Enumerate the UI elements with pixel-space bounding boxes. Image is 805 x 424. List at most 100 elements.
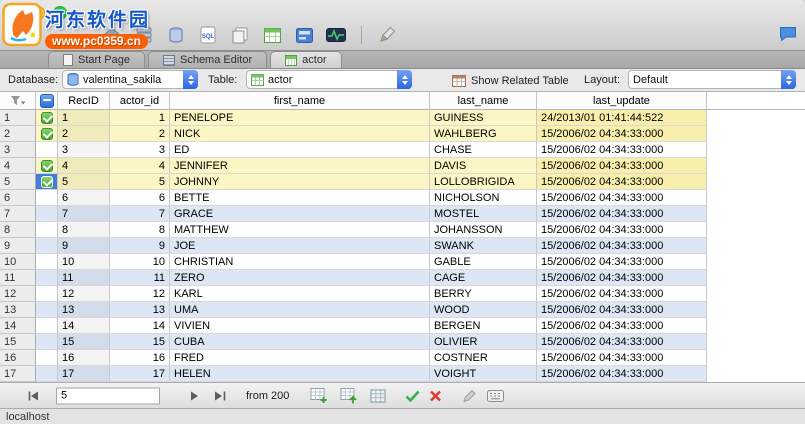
cell-last-name[interactable]: WAHLBERG bbox=[430, 126, 537, 142]
cell-recid[interactable]: 2 bbox=[58, 126, 110, 142]
table-row[interactable]: 2 2 2 NICK WAHLBERG 15/2006/02 04:34:33:000 bbox=[0, 126, 805, 142]
last-record-button[interactable] bbox=[214, 390, 227, 401]
zoom-window-button[interactable] bbox=[53, 6, 67, 20]
cell-actor-id[interactable]: 13 bbox=[110, 302, 170, 318]
cell-last-name[interactable]: BERRY bbox=[430, 286, 537, 302]
cell-first-name[interactable]: HELEN bbox=[170, 366, 430, 382]
row-checkbox[interactable] bbox=[36, 366, 58, 382]
cell-recid[interactable]: 14 bbox=[58, 318, 110, 334]
minimize-window-button[interactable] bbox=[31, 6, 45, 20]
row-number[interactable]: 7 bbox=[0, 206, 36, 222]
cell-last-update[interactable]: 15/2006/02 04:34:33:000 bbox=[537, 254, 707, 270]
row-number[interactable]: 15 bbox=[0, 334, 36, 350]
row-number[interactable]: 1 bbox=[0, 110, 36, 126]
cell-actor-id[interactable]: 14 bbox=[110, 318, 170, 334]
row-checkbox[interactable] bbox=[36, 286, 58, 302]
cell-first-name[interactable]: FRED bbox=[170, 350, 430, 366]
row-checkbox[interactable] bbox=[36, 222, 58, 238]
row-number[interactable]: 8 bbox=[0, 222, 36, 238]
table-select[interactable]: actor bbox=[246, 70, 412, 89]
cell-last-name[interactable]: CAGE bbox=[430, 270, 537, 286]
table-row[interactable]: 13 13 13 UMA WOOD 15/2006/02 04:34:33:000 bbox=[0, 302, 805, 318]
cell-recid[interactable]: 6 bbox=[58, 190, 110, 206]
row-checkbox[interactable] bbox=[36, 110, 58, 126]
cell-recid[interactable]: 1 bbox=[58, 110, 110, 126]
add-record-button[interactable] bbox=[310, 387, 328, 404]
cell-last-name[interactable]: SWANK bbox=[430, 238, 537, 254]
cell-recid[interactable]: 7 bbox=[58, 206, 110, 222]
table-row[interactable]: 4 4 4 JENNIFER DAVIS 15/2006/02 04:34:33:000 bbox=[0, 158, 805, 174]
servers-button[interactable] bbox=[132, 24, 156, 46]
row-number[interactable]: 11 bbox=[0, 270, 36, 286]
select-all-checkbox[interactable] bbox=[36, 92, 58, 109]
column-header-recid[interactable]: RecID bbox=[58, 92, 110, 109]
cell-first-name[interactable]: JOE bbox=[170, 238, 430, 254]
cell-last-name[interactable]: GABLE bbox=[430, 254, 537, 270]
cell-last-update[interactable]: 15/2006/02 04:34:33:000 bbox=[537, 142, 707, 158]
first-record-button[interactable] bbox=[27, 390, 40, 401]
tab-start-page[interactable]: Start Page bbox=[48, 51, 145, 68]
cell-actor-id[interactable]: 12 bbox=[110, 286, 170, 302]
cell-last-name[interactable]: VOIGHT bbox=[430, 366, 537, 382]
layout-select[interactable]: Default bbox=[628, 70, 796, 89]
row-number[interactable]: 4 bbox=[0, 158, 36, 174]
cell-first-name[interactable]: GRACE bbox=[170, 206, 430, 222]
show-related-table-button[interactable]: Show Related Table bbox=[452, 69, 569, 92]
row-number[interactable]: 2 bbox=[0, 126, 36, 142]
table-row[interactable]: 17 17 17 HELEN VOIGHT 15/2006/02 04:34:33:000 bbox=[0, 366, 805, 382]
table-row[interactable]: 11 11 11 ZERO CAGE 15/2006/02 04:34:33:000 bbox=[0, 270, 805, 286]
cell-actor-id[interactable]: 2 bbox=[110, 126, 170, 142]
record-editor-button[interactable] bbox=[487, 389, 504, 402]
column-header-first_name[interactable]: first_name bbox=[170, 92, 430, 109]
cell-actor-id[interactable]: 9 bbox=[110, 238, 170, 254]
cell-recid[interactable]: 4 bbox=[58, 158, 110, 174]
table-row[interactable]: 7 7 7 GRACE MOSTEL 15/2006/02 04:34:33:000 bbox=[0, 206, 805, 222]
cell-recid[interactable]: 15 bbox=[58, 334, 110, 350]
cell-first-name[interactable]: CUBA bbox=[170, 334, 430, 350]
record-number-input[interactable] bbox=[56, 387, 160, 404]
row-checkbox[interactable] bbox=[36, 334, 58, 350]
cell-last-name[interactable]: GUINESS bbox=[430, 110, 537, 126]
cell-actor-id[interactable]: 10 bbox=[110, 254, 170, 270]
cell-actor-id[interactable]: 7 bbox=[110, 206, 170, 222]
row-checkbox[interactable] bbox=[36, 190, 58, 206]
cell-last-update[interactable]: 15/2006/02 04:34:33:000 bbox=[537, 126, 707, 142]
row-checkbox[interactable] bbox=[36, 158, 58, 174]
row-checkbox[interactable] bbox=[36, 318, 58, 334]
cell-last-update[interactable]: 15/2006/02 04:34:33:000 bbox=[537, 286, 707, 302]
table-row[interactable]: 16 16 16 FRED COSTNER 15/2006/02 04:34:33:000 bbox=[0, 350, 805, 366]
cell-first-name[interactable]: ZERO bbox=[170, 270, 430, 286]
row-checkbox[interactable] bbox=[36, 126, 58, 142]
cell-recid[interactable]: 12 bbox=[58, 286, 110, 302]
cell-last-name[interactable]: DAVIS bbox=[430, 158, 537, 174]
cell-last-update[interactable]: 15/2006/02 04:34:33:000 bbox=[537, 174, 707, 190]
cell-actor-id[interactable]: 16 bbox=[110, 350, 170, 366]
column-header-last_name[interactable]: last_name bbox=[430, 92, 537, 109]
cell-last-name[interactable]: WOOD bbox=[430, 302, 537, 318]
cell-actor-id[interactable]: 15 bbox=[110, 334, 170, 350]
row-number[interactable]: 17 bbox=[0, 366, 36, 382]
cell-first-name[interactable]: JOHNNY bbox=[170, 174, 430, 190]
database-select[interactable]: valentina_sakila bbox=[62, 70, 198, 89]
cell-last-update[interactable]: 15/2006/02 04:34:33:000 bbox=[537, 334, 707, 350]
cell-first-name[interactable]: CHRISTIAN bbox=[170, 254, 430, 270]
row-number[interactable]: 5 bbox=[0, 174, 36, 190]
discard-changes-button[interactable] bbox=[429, 389, 442, 402]
cell-first-name[interactable]: ED bbox=[170, 142, 430, 158]
cell-actor-id[interactable]: 17 bbox=[110, 366, 170, 382]
cell-actor-id[interactable]: 5 bbox=[110, 174, 170, 190]
row-checkbox[interactable] bbox=[36, 270, 58, 286]
cell-last-name[interactable]: CHASE bbox=[430, 142, 537, 158]
cell-first-name[interactable]: PENELOPE bbox=[170, 110, 430, 126]
next-record-button[interactable] bbox=[190, 390, 200, 401]
row-number[interactable]: 9 bbox=[0, 238, 36, 254]
cell-last-update[interactable]: 15/2006/02 04:34:33:000 bbox=[537, 190, 707, 206]
cell-first-name[interactable]: BETTE bbox=[170, 190, 430, 206]
cell-actor-id[interactable]: 6 bbox=[110, 190, 170, 206]
cell-actor-id[interactable]: 11 bbox=[110, 270, 170, 286]
row-checkbox[interactable] bbox=[36, 206, 58, 222]
edit-record-button[interactable] bbox=[462, 388, 477, 403]
home-button[interactable] bbox=[100, 24, 124, 46]
row-checkbox[interactable] bbox=[36, 350, 58, 366]
cell-last-update[interactable]: 15/2006/02 04:34:33:000 bbox=[537, 238, 707, 254]
